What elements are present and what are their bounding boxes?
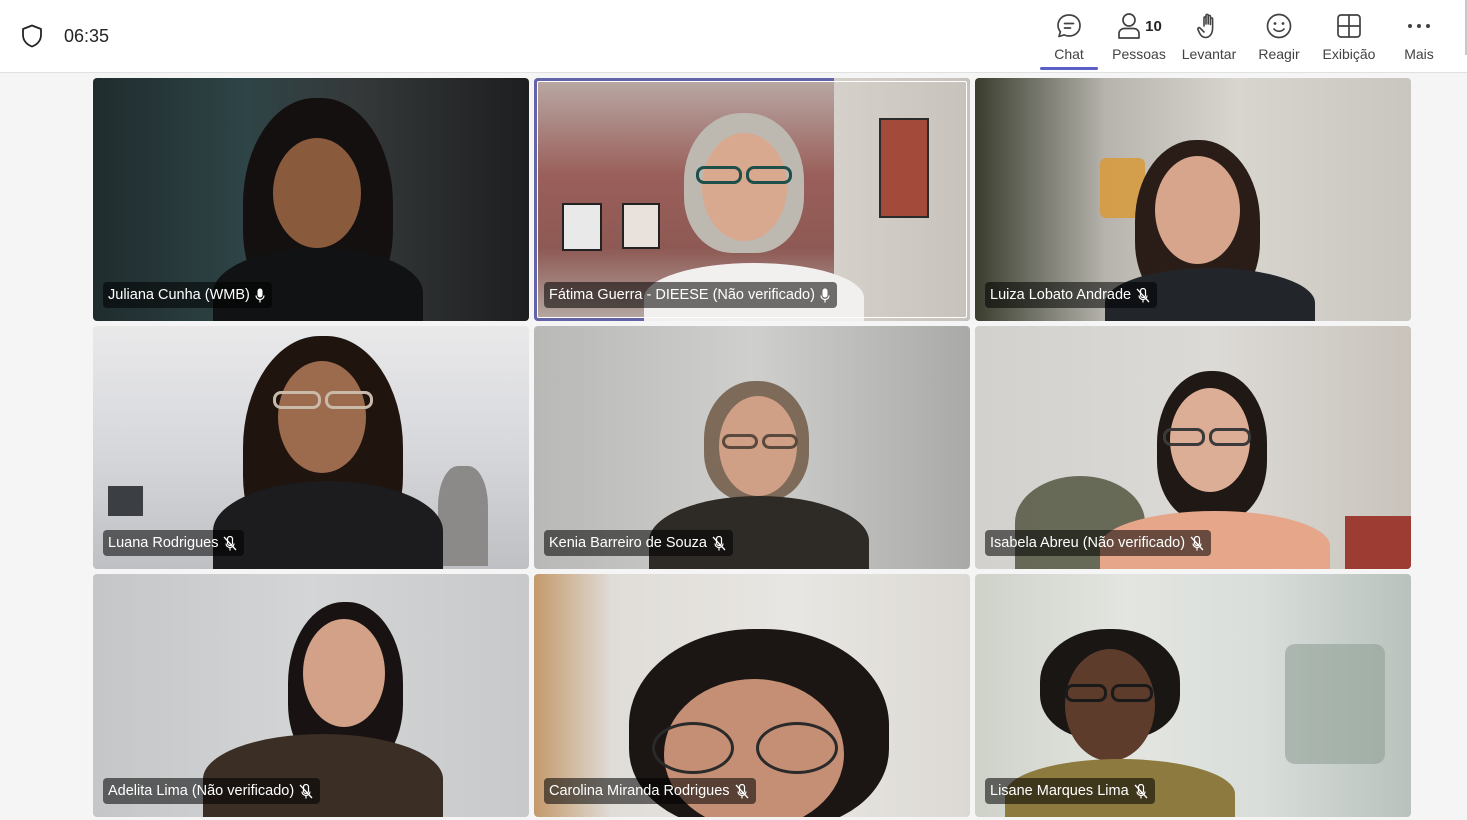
meeting-topbar: 06:35 Chat 10 Pessoas Levantar Reagir Ex… [0,0,1467,73]
chat-button[interactable]: Chat [1034,0,1104,73]
raise-hand-icon [1196,12,1222,40]
video-tile[interactable]: Kenia Barreiro de Souza [534,326,970,569]
participant-nametag: Isabela Abreu (Não verificado) [985,530,1212,556]
video-tile-active-speaker[interactable]: Fátima Guerra - DIEESE (Não verificado) [534,78,970,321]
mic-muted-icon [223,535,237,551]
participant-nametag: Luiza Lobato Andrade [985,282,1158,308]
people-button[interactable]: 10 Pessoas [1104,0,1174,73]
participant-name: Isabela Abreu (Não verificado) [990,535,1186,551]
chat-icon [1055,12,1083,40]
mic-muted-icon [1134,783,1148,799]
mic-muted-icon [735,783,749,799]
mic-muted-icon [1136,287,1150,303]
view-icon [1336,12,1362,40]
participant-name: Fátima Guerra - DIEESE (Não verificado) [549,287,815,303]
participant-name: Luana Rodrigues [108,535,219,551]
video-tile[interactable]: Luana Rodrigues [93,326,529,569]
shield-icon[interactable] [21,24,43,48]
participant-name: Luiza Lobato Andrade [990,287,1132,303]
more-icon [1406,12,1432,40]
participant-name: Kenia Barreiro de Souza [549,535,707,551]
participant-nametag: Kenia Barreiro de Souza [544,530,733,556]
participant-nametag: Adelita Lima (Não verificado) [103,778,321,804]
people-button-label: Pessoas [1112,46,1166,62]
mic-muted-icon [1190,535,1204,551]
participant-nametag: Lisane Marques Lima [985,778,1155,804]
more-button-label: Mais [1404,46,1434,62]
active-tab-indicator [1040,67,1098,70]
participant-nametag: Fátima Guerra - DIEESE (Não verificado) [544,282,837,308]
react-button[interactable]: Reagir [1244,0,1314,73]
mic-muted-icon [299,783,313,799]
participant-nametag: Luana Rodrigues [103,530,245,556]
chat-button-label: Chat [1054,46,1084,62]
raise-hand-button[interactable]: Levantar [1174,0,1244,73]
people-icon [1118,13,1141,39]
video-tile[interactable]: Juliana Cunha (WMB) [93,78,529,321]
more-button[interactable]: Mais [1384,0,1454,73]
participant-name: Carolina Miranda Rodrigues [549,783,730,799]
people-icon-wrap: 10 [1116,12,1162,40]
meeting-toolbar: Chat 10 Pessoas Levantar Reagir Exibição… [1034,0,1454,73]
mic-on-icon [255,288,265,303]
video-grid: Juliana Cunha (WMB) Fátima Guerra - DIEE… [93,78,1411,818]
raise-hand-label: Levantar [1181,46,1237,62]
view-button[interactable]: Exibição [1314,0,1384,73]
participant-nametag: Juliana Cunha (WMB) [103,282,272,308]
view-button-label: Exibição [1322,46,1376,62]
react-icon [1265,12,1293,40]
video-tile[interactable]: Adelita Lima (Não verificado) [93,574,529,817]
mic-muted-icon [712,535,726,551]
participant-name: Juliana Cunha (WMB) [108,287,250,303]
video-tile[interactable]: Lisane Marques Lima [975,574,1411,817]
video-tile[interactable]: Carolina Miranda Rodrigues [534,574,970,817]
meeting-timer: 06:35 [64,26,110,46]
participant-name: Adelita Lima (Não verificado) [108,783,295,799]
participant-name: Lisane Marques Lima [990,783,1129,799]
react-button-label: Reagir [1258,46,1300,62]
people-count: 10 [1145,17,1162,35]
mic-on-icon [820,288,830,303]
video-tile[interactable]: Isabela Abreu (Não verificado) [975,326,1411,569]
video-tile[interactable]: Luiza Lobato Andrade [975,78,1411,321]
participant-nametag: Carolina Miranda Rodrigues [544,778,756,804]
